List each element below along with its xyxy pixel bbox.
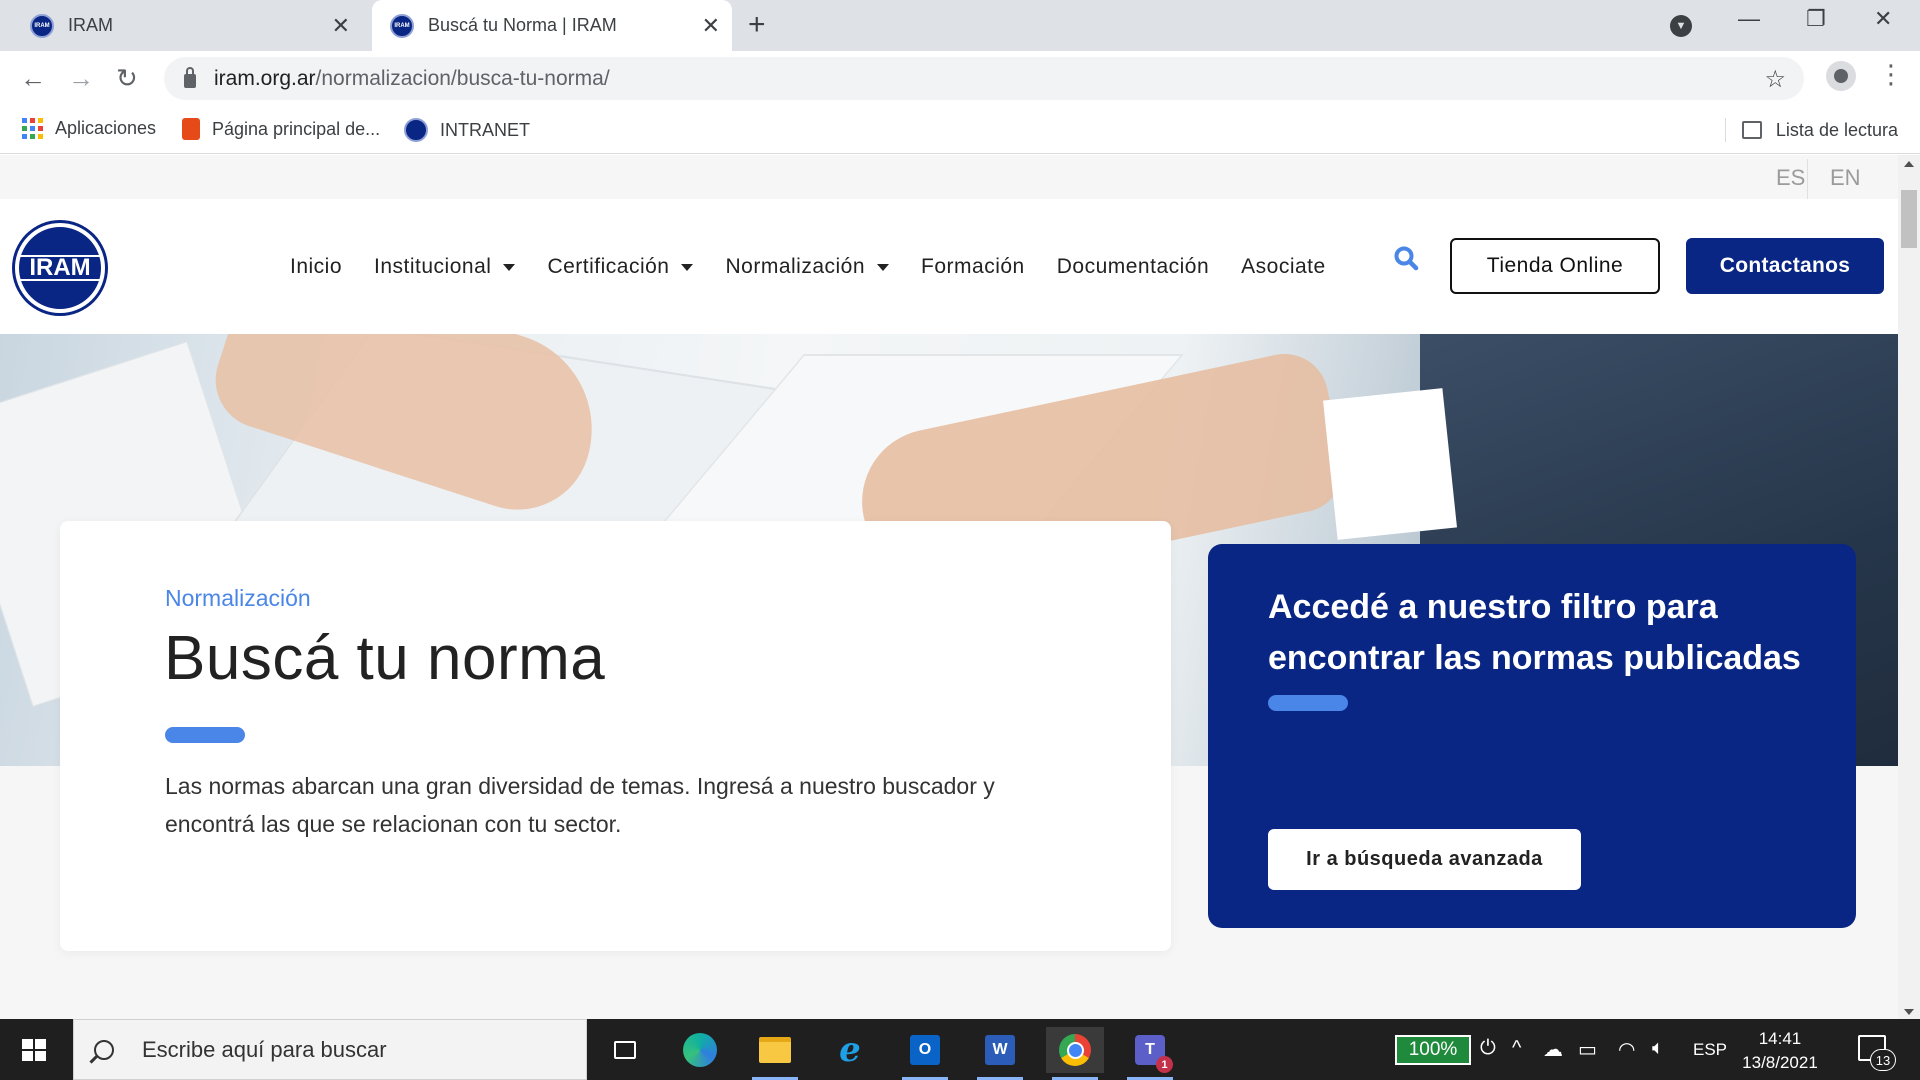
windows-taskbar: Escribe aquí para buscar e O W T1 100% ⏻… bbox=[0, 1019, 1920, 1080]
windows-start-icon[interactable] bbox=[22, 1039, 46, 1061]
reading-list-icon bbox=[1741, 121, 1762, 139]
tab-busca-tu-norma[interactable]: IRAM Buscá tu Norma | IRAM ✕ bbox=[372, 0, 732, 51]
taskbar-search-box[interactable]: Escribe aquí para buscar bbox=[73, 1019, 587, 1080]
close-tab-icon[interactable]: ✕ bbox=[702, 13, 720, 39]
address-bar[interactable]: iram.org.ar/normalizacion/busca-tu-norma… bbox=[164, 57, 1804, 100]
tab-title: Buscá tu Norma | IRAM bbox=[428, 15, 617, 35]
new-tab-button[interactable]: + bbox=[748, 8, 766, 42]
browser-tab-strip: IRAM IRAM ✕ IRAM Buscá tu Norma | IRAM ✕… bbox=[0, 0, 1920, 51]
tab-title: IRAM bbox=[68, 15, 113, 35]
close-window-icon[interactable]: ✕ bbox=[1874, 6, 1892, 32]
tab-iram[interactable]: IRAM IRAM ✕ bbox=[12, 0, 362, 51]
bookmark-intranet[interactable]: INTRANET bbox=[404, 118, 530, 142]
close-tab-icon[interactable]: ✕ bbox=[332, 13, 350, 39]
show-hidden-icons-icon[interactable]: ^ bbox=[1512, 1037, 1521, 1060]
volume-icon[interactable]: 🔈︎ bbox=[1652, 1037, 1664, 1060]
chrome-icon bbox=[1059, 1034, 1091, 1066]
accent-bar bbox=[165, 727, 245, 743]
folder-icon bbox=[759, 1037, 791, 1063]
outlook-icon: O bbox=[910, 1035, 940, 1065]
lang-en-link[interactable]: EN bbox=[1830, 165, 1861, 191]
teams-icon: T1 bbox=[1135, 1035, 1173, 1073]
edge-icon bbox=[683, 1033, 717, 1067]
chrome-button[interactable] bbox=[1046, 1027, 1104, 1080]
tienda-online-button[interactable]: Tienda Online bbox=[1450, 238, 1660, 294]
bookmark-aplicaciones[interactable]: Aplicaciones bbox=[22, 118, 156, 139]
restore-icon[interactable]: ❐ bbox=[1806, 6, 1826, 32]
battery-percent[interactable]: 100% bbox=[1395, 1035, 1471, 1065]
browser-menu-icon[interactable]: ⋮ bbox=[1878, 59, 1904, 90]
scroll-up-icon[interactable] bbox=[1904, 161, 1914, 167]
browser-toolbar: ← → ↻ iram.org.ar/normalizacion/busca-tu… bbox=[0, 51, 1920, 106]
scroll-thumb[interactable] bbox=[1901, 190, 1917, 248]
notifications-count: 13 bbox=[1870, 1049, 1896, 1071]
file-explorer-button[interactable] bbox=[746, 1027, 804, 1080]
clock-date: 13/8/2021 bbox=[1742, 1053, 1818, 1072]
section-eyebrow: Normalización bbox=[165, 585, 311, 611]
power-plug-icon[interactable]: ⏻ bbox=[1480, 1037, 1496, 1060]
main-nav: Inicio Institucional Certificación Norma… bbox=[290, 255, 1358, 279]
battery-icon[interactable]: ▭ bbox=[1578, 1037, 1597, 1062]
url-text[interactable]: iram.org.ar/normalizacion/busca-tu-norma… bbox=[214, 67, 610, 91]
search-icon bbox=[94, 1039, 114, 1060]
teams-badge: 1 bbox=[1156, 1056, 1173, 1073]
minimize-icon[interactable]: — bbox=[1738, 6, 1760, 32]
outlook-button[interactable]: O bbox=[896, 1027, 954, 1080]
page-title: Buscá tu norma bbox=[164, 624, 606, 693]
bookmark-pagina-principal[interactable]: Página principal de... bbox=[182, 118, 380, 140]
internet-explorer-button[interactable]: e bbox=[821, 1027, 879, 1073]
contactanos-button[interactable]: Contactanos bbox=[1686, 238, 1884, 294]
taskbar-clock[interactable]: 14:41 13/8/2021 bbox=[1740, 1027, 1820, 1075]
nav-inicio[interactable]: Inicio bbox=[290, 255, 342, 279]
iram-favicon-icon bbox=[404, 118, 428, 142]
nav-institucional[interactable]: Institucional bbox=[374, 255, 516, 279]
accent-bar bbox=[1268, 695, 1348, 711]
nav-certificacion[interactable]: Certificación bbox=[547, 255, 694, 279]
language-bar: ES EN bbox=[0, 155, 1898, 199]
wifi-icon[interactable]: ◠ bbox=[1618, 1037, 1635, 1062]
advanced-search-title: Accedé a nuestro filtro para encontrar l… bbox=[1268, 588, 1801, 677]
site-header: IRAM Inicio Institucional Certificación … bbox=[0, 199, 1898, 334]
tab-search-icon[interactable]: ▼ bbox=[1670, 15, 1692, 37]
scroll-down-icon[interactable] bbox=[1904, 1009, 1914, 1015]
profile-avatar-icon[interactable] bbox=[1826, 61, 1856, 91]
search-icon[interactable] bbox=[1393, 245, 1419, 275]
nav-normalizacion[interactable]: Normalización bbox=[725, 255, 890, 279]
caret-down-icon bbox=[877, 263, 890, 271]
word-icon: W bbox=[985, 1035, 1015, 1065]
teams-button[interactable]: T1 bbox=[1121, 1027, 1179, 1080]
advanced-search-card: Accedé a nuestro filtro para encontrar l… bbox=[1208, 544, 1856, 928]
onedrive-icon[interactable]: ☁ bbox=[1543, 1037, 1563, 1062]
nav-formacion[interactable]: Formación bbox=[921, 255, 1025, 279]
reload-icon[interactable]: ↻ bbox=[116, 63, 138, 94]
apps-grid-icon bbox=[22, 118, 43, 139]
iram-favicon-icon: IRAM bbox=[30, 13, 54, 38]
lang-es-link[interactable]: ES bbox=[1776, 165, 1805, 191]
bookmark-star-icon[interactable]: ☆ bbox=[1764, 65, 1786, 94]
back-icon[interactable]: ← bbox=[20, 63, 46, 94]
nav-documentacion[interactable]: Documentación bbox=[1057, 255, 1209, 279]
word-button[interactable]: W bbox=[971, 1027, 1029, 1080]
edge-button[interactable] bbox=[671, 1027, 729, 1073]
internet-explorer-icon: e bbox=[839, 1030, 861, 1070]
advanced-search-button[interactable]: Ir a búsqueda avanzada bbox=[1268, 829, 1581, 890]
task-view-icon bbox=[614, 1041, 636, 1059]
reading-list[interactable]: Lista de lectura bbox=[1724, 118, 1898, 142]
task-view-button[interactable] bbox=[596, 1027, 654, 1073]
iram-favicon-icon: IRAM bbox=[390, 13, 414, 38]
caret-down-icon bbox=[503, 263, 516, 271]
caret-down-icon bbox=[681, 263, 694, 271]
forward-icon[interactable]: → bbox=[68, 63, 94, 94]
iram-logo[interactable]: IRAM bbox=[15, 223, 105, 313]
bookmarks-bar: Aplicaciones Página principal de... INTR… bbox=[0, 106, 1920, 154]
intro-description: Las normas abarcan una gran diversidad d… bbox=[165, 773, 995, 837]
intro-card: Normalización Buscá tu norma Las normas … bbox=[60, 521, 1171, 951]
lock-icon[interactable] bbox=[184, 66, 196, 88]
page-viewport: ES EN IRAM Inicio Institucional Certific… bbox=[0, 155, 1920, 1019]
nav-asociate[interactable]: Asociate bbox=[1241, 255, 1326, 279]
input-language[interactable]: ESP bbox=[1693, 1040, 1727, 1060]
office-icon bbox=[182, 118, 200, 140]
page-scrollbar[interactable] bbox=[1898, 155, 1920, 1019]
clock-time: 14:41 bbox=[1758, 1029, 1802, 1048]
